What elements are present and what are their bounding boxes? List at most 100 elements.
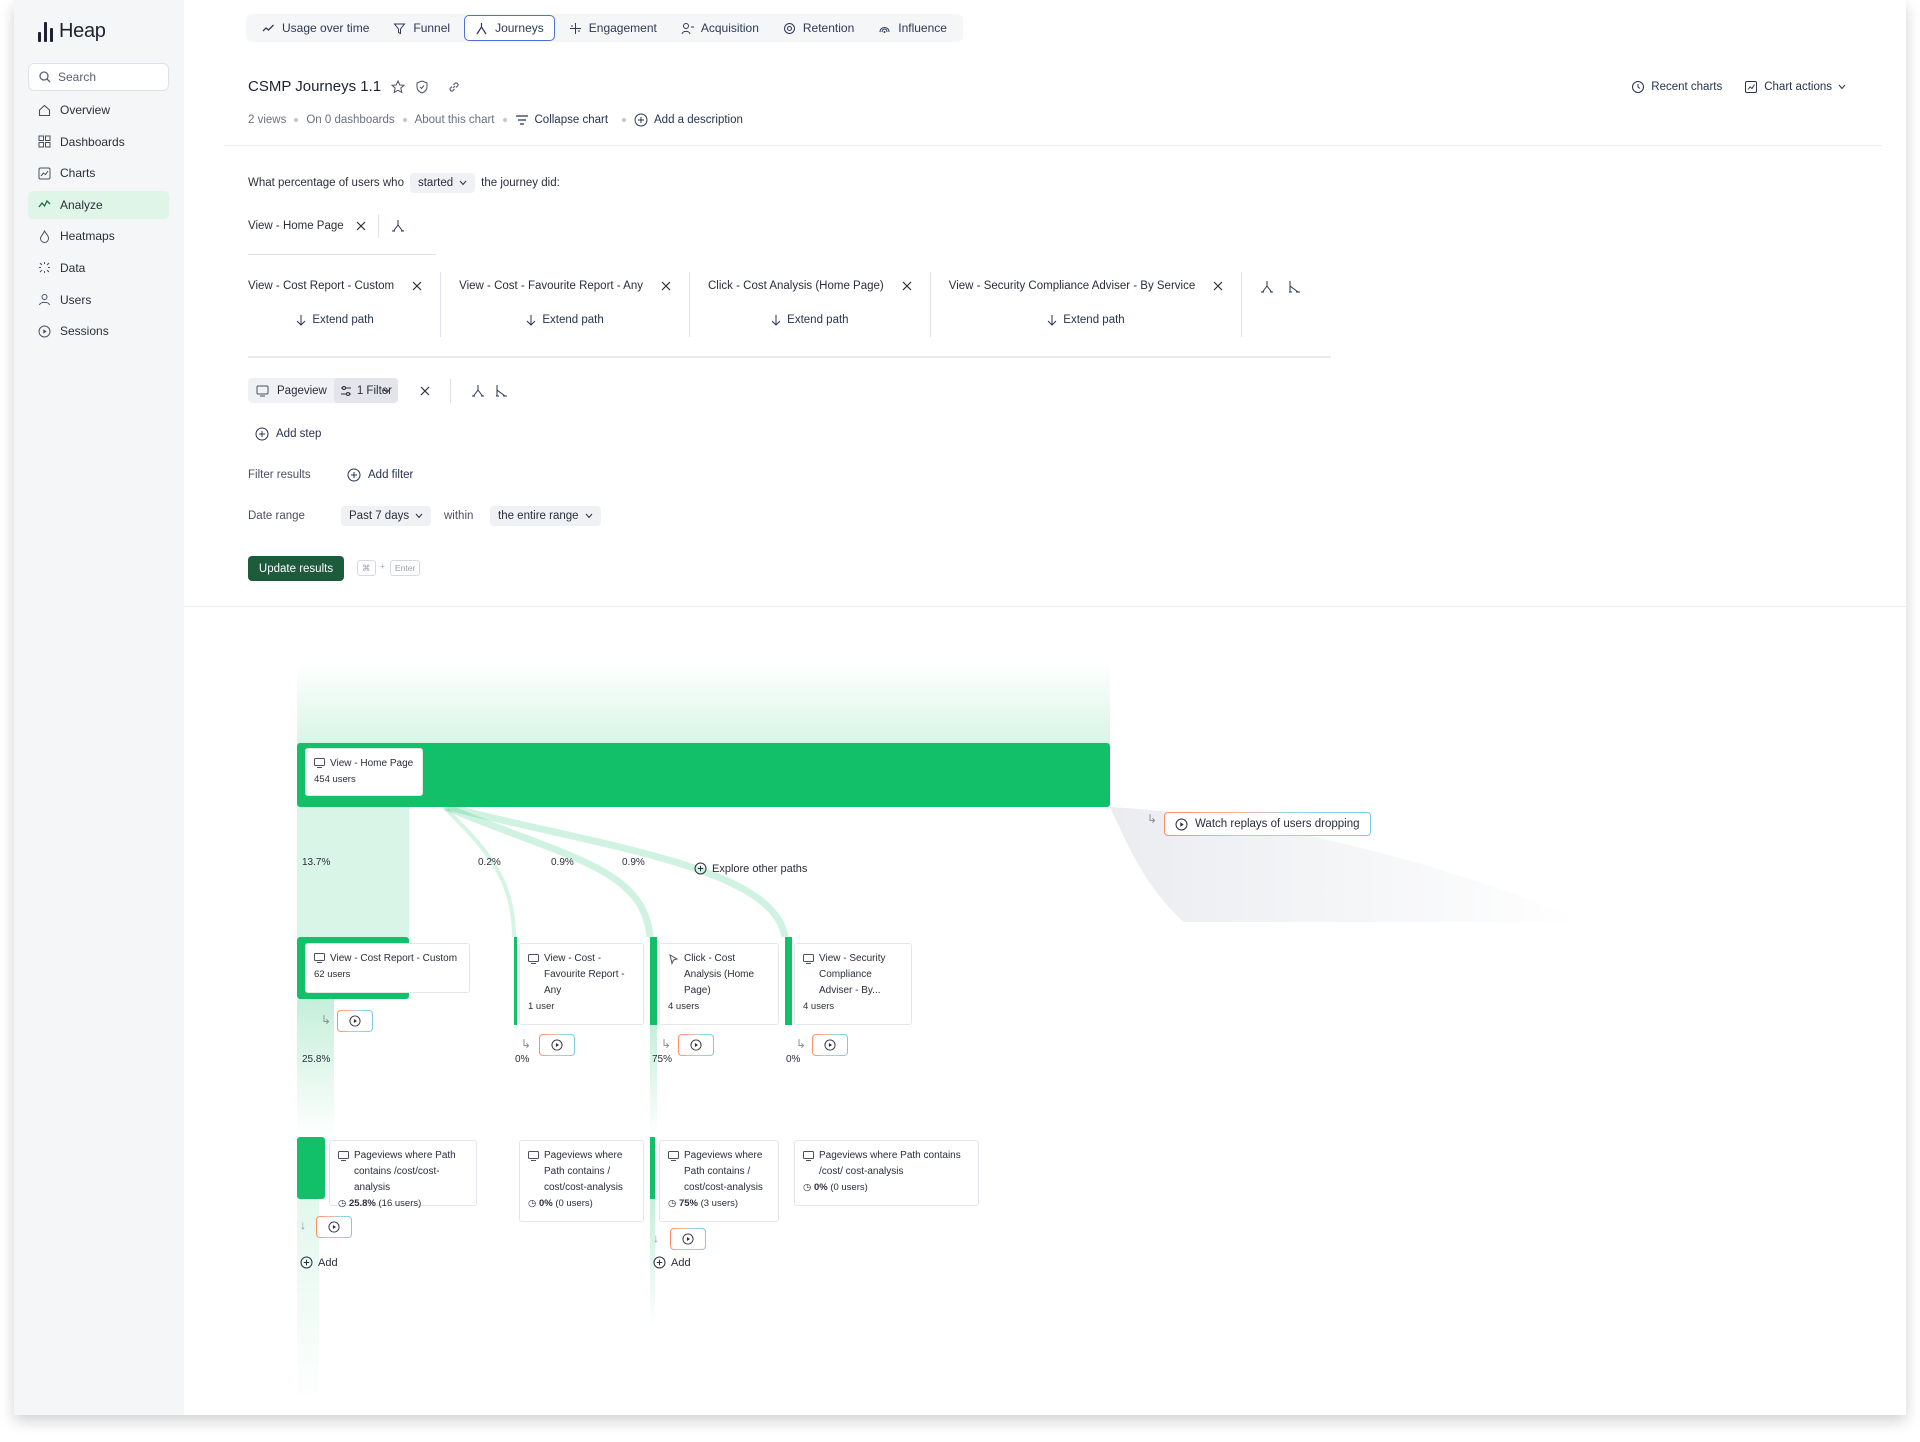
close-icon[interactable] — [420, 386, 430, 396]
explore-other-paths-button[interactable]: Explore other paths — [694, 862, 807, 875]
shield-icon[interactable] — [415, 79, 429, 94]
separator-dot — [402, 118, 407, 122]
within-select[interactable]: the entire range — [490, 506, 601, 526]
path-percentage: 0.9% — [551, 857, 574, 868]
dashboards-count[interactable]: On 0 dashboards — [306, 114, 394, 126]
about-chart-link[interactable]: About this chart — [415, 114, 495, 126]
analyze-icon — [38, 200, 51, 208]
pageview-icon — [528, 954, 539, 964]
replay-button[interactable] — [670, 1228, 706, 1250]
arrow-down-icon — [1047, 315, 1057, 326]
replay-button[interactable] — [539, 1034, 575, 1056]
filter-icon — [340, 385, 351, 396]
heap-logo[interactable]: Heap — [38, 20, 106, 43]
branch-icon[interactable] — [1260, 280, 1274, 294]
first-step-event[interactable]: View - Home Page — [248, 220, 344, 232]
sidebar-item-label: Overview — [60, 103, 111, 117]
chart-title-row: CSMP Journeys 1.1 — [248, 78, 461, 95]
journey-node-security-adviser[interactable]: View - Security Compliance Adviser - By.… — [794, 943, 912, 1025]
tab-influence[interactable]: Influence — [868, 15, 957, 41]
page-title[interactable]: CSMP Journeys 1.1 — [248, 78, 381, 95]
extend-path-button[interactable]: Extend path — [459, 314, 671, 326]
replay-button[interactable] — [812, 1034, 848, 1056]
branch-icon[interactable] — [471, 384, 485, 398]
sidebar-item-overview[interactable]: Overview — [28, 96, 169, 124]
cost-analysis-bar[interactable] — [650, 937, 657, 1025]
level2-bar-1[interactable] — [297, 1137, 325, 1199]
event-type-select[interactable]: Pageview 1 Filter — [248, 378, 398, 403]
add-filter-button[interactable]: Add filter — [347, 468, 413, 482]
level2-bar-3[interactable] — [650, 1137, 655, 1199]
sidebar-item-data[interactable]: Data — [28, 254, 169, 282]
tab-usage-over-time[interactable]: Usage over time — [252, 15, 379, 41]
sidebar-item-charts[interactable]: Charts — [28, 159, 169, 187]
replay-button[interactable] — [316, 1216, 352, 1238]
chart-actions-button[interactable]: Chart actions — [1744, 80, 1846, 94]
date-range-select[interactable]: Past 7 days — [341, 506, 432, 526]
sidebar-item-users[interactable]: Users — [28, 286, 169, 314]
close-icon[interactable] — [902, 281, 912, 291]
merge-icon[interactable] — [495, 384, 509, 398]
history-icon — [1632, 81, 1645, 93]
favourite-report-bar[interactable] — [514, 937, 517, 1025]
journey-node-cost-report[interactable]: View - Cost Report - Custom 62 users — [305, 943, 470, 993]
add-step-button[interactable]: Add step — [255, 427, 321, 441]
journey-node-level2[interactable]: Pageviews where Path contains /cost/cost… — [329, 1140, 477, 1209]
extend-path-button[interactable]: Extend path — [708, 314, 912, 326]
tab-acquisition[interactable]: Acquisition — [671, 15, 769, 41]
close-icon[interactable] — [412, 281, 422, 291]
tab-funnel[interactable]: Funnel — [383, 15, 460, 41]
watch-replays-label: Watch replays of users dropping — [1195, 818, 1360, 830]
add-description-label: Add a description — [654, 114, 743, 126]
sidebar-item-analyze[interactable]: Analyze — [28, 190, 169, 219]
link-icon[interactable] — [447, 80, 461, 94]
journey-node-root[interactable]: View - Home Page 454 users — [305, 748, 423, 796]
extend-path-label: Extend path — [787, 314, 849, 326]
path-event-label[interactable]: View - Cost Report - Custom — [248, 280, 394, 292]
replay-icon — [682, 1233, 694, 1245]
add-step-button[interactable]: Add — [300, 1256, 338, 1269]
path-event-label[interactable]: View - Cost - Favourite Report - Any — [459, 280, 643, 292]
sidebar-item-label: Charts — [60, 166, 96, 181]
security-adviser-bar[interactable] — [785, 937, 792, 1025]
tab-engagement[interactable]: Engagement — [559, 15, 667, 41]
journey-mode-select[interactable]: started — [409, 173, 476, 193]
recent-charts-button[interactable]: Recent charts — [1631, 80, 1722, 94]
tab-journeys[interactable]: Journeys — [464, 15, 555, 41]
search-input[interactable]: Search — [28, 63, 169, 91]
merge-icon[interactable] — [1288, 280, 1302, 294]
collapse-chart-button[interactable]: Collapse chart — [515, 114, 608, 126]
app-window: Heap Search Overview Dashboards Charts A… — [14, 0, 1906, 1415]
close-icon[interactable] — [661, 281, 671, 291]
close-icon[interactable] — [356, 221, 366, 231]
influence-icon — [879, 26, 890, 33]
sidebar-item-sessions[interactable]: Sessions — [28, 317, 169, 345]
watch-replays-button[interactable]: Watch replays of users dropping — [1164, 812, 1371, 836]
pageview-icon — [256, 385, 269, 396]
replay-button[interactable] — [678, 1034, 714, 1056]
journey-node-favourite-report[interactable]: View - Cost - Favourite Report - Any 1 u… — [519, 943, 644, 1025]
chart-meta-row: 2 views On 0 dashboards About this chart… — [248, 113, 743, 127]
close-icon[interactable] — [1213, 281, 1223, 291]
sidebar-item-dashboards[interactable]: Dashboards — [28, 128, 169, 156]
journey-node-level2[interactable]: Pageviews where Path contains /cost/ cos… — [794, 1140, 979, 1206]
journey-node-cost-analysis[interactable]: Click - Cost Analysis (Home Page) 4 user… — [659, 943, 779, 1025]
add-description-button[interactable]: Add a description — [634, 113, 743, 127]
update-results-button[interactable]: Update results — [248, 556, 344, 581]
tab-retention[interactable]: Retention — [773, 15, 864, 41]
plus-circle-icon — [255, 427, 269, 441]
path-event-label[interactable]: Click - Cost Analysis (Home Page) — [708, 280, 884, 292]
separator-dot — [294, 118, 299, 122]
extend-path-button[interactable]: Extend path — [248, 314, 422, 326]
sidebar-item-heatmaps[interactable]: Heatmaps — [28, 222, 169, 250]
header-divider — [224, 145, 1882, 146]
path-event-label[interactable]: View - Security Compliance Adviser - By … — [949, 280, 1196, 292]
journey-node-level2[interactable]: Pageviews where Path contains / cost/cos… — [659, 1140, 779, 1222]
star-icon[interactable] — [391, 79, 406, 94]
extend-path-button[interactable]: Extend path — [949, 314, 1224, 326]
replay-button[interactable] — [337, 1010, 373, 1032]
branch-icon[interactable] — [391, 219, 405, 233]
path-column: Click - Cost Analysis (Home Page) Extend… — [708, 272, 931, 337]
journey-node-level2[interactable]: Pageviews where Path contains / cost/cos… — [519, 1140, 644, 1222]
add-step-button[interactable]: Add — [653, 1256, 691, 1269]
